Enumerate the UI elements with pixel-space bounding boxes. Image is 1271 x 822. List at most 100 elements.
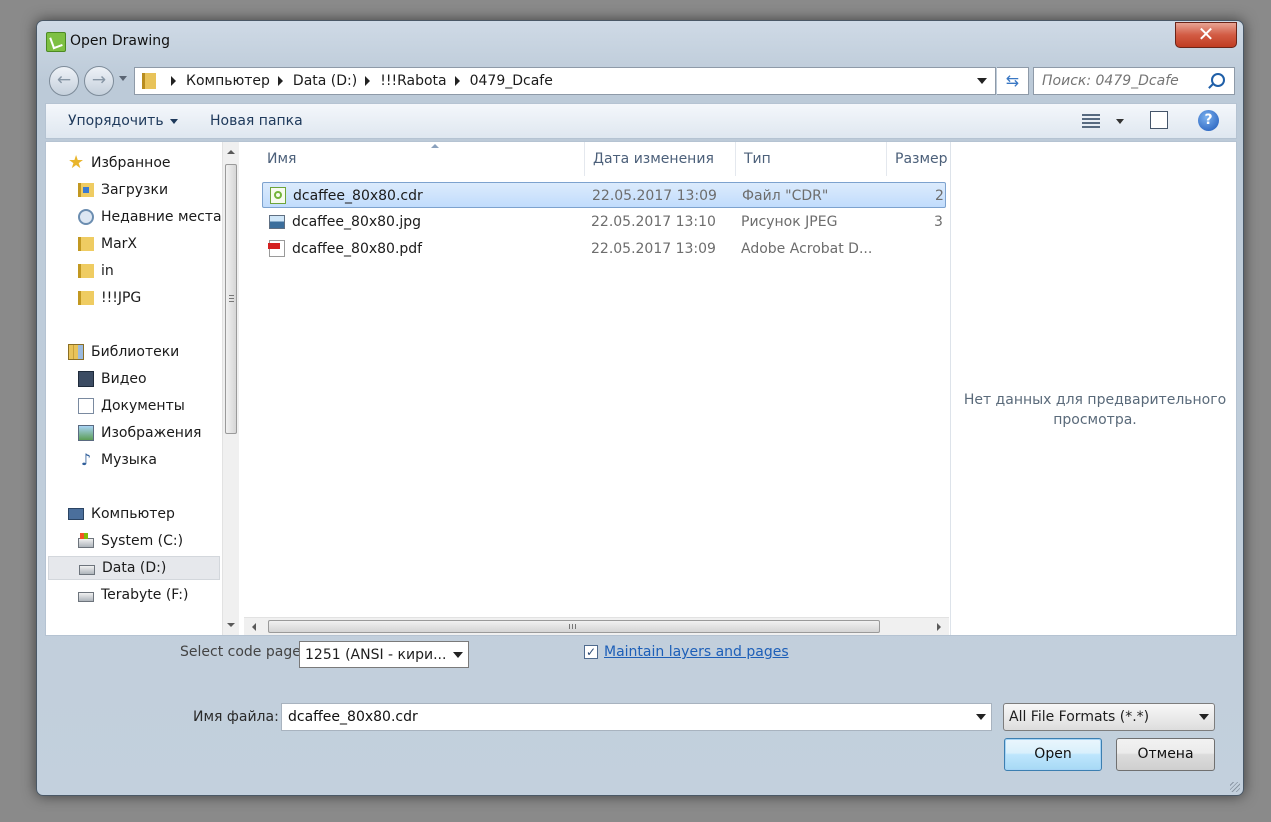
sidebar-item-video[interactable]: Видео xyxy=(78,367,147,391)
code-page-select[interactable]: 1251 (ANSI - кири... xyxy=(299,641,469,668)
sidebar-item-drive-c[interactable]: System (C:) xyxy=(78,529,183,553)
sidebar-favorites-header[interactable]: ★ Избранное xyxy=(68,151,171,175)
sidebar-libraries-header[interactable]: Библиотеки xyxy=(68,340,179,364)
file-row[interactable]: dcaffee_80x80.cdr 22.05.2017 13:09 Файл … xyxy=(262,182,946,208)
sidebar-item-documents[interactable]: Документы xyxy=(78,394,185,418)
sidebar-item-marx[interactable]: MarX xyxy=(78,232,137,256)
breadcrumb-separator-icon[interactable] xyxy=(171,76,176,86)
open-button[interactable]: Open xyxy=(1004,738,1102,771)
jpeg-file-icon xyxy=(269,215,285,229)
sidebar-item-pictures[interactable]: Изображения xyxy=(78,421,201,445)
filename-label: Имя файла: xyxy=(193,709,279,725)
recent-pages-dropdown[interactable] xyxy=(119,76,127,81)
file-row[interactable]: dcaffee_80x80.jpg 22.05.2017 13:10 Рисун… xyxy=(262,209,946,235)
sidebar-item-downloads[interactable]: Загрузки xyxy=(78,178,168,202)
file-date: 22.05.2017 13:09 xyxy=(592,188,717,204)
cancel-button[interactable]: Отмена xyxy=(1116,738,1215,771)
scrollbar-thumb[interactable] xyxy=(225,164,237,434)
file-size: 2 xyxy=(935,188,944,204)
back-button[interactable]: ← xyxy=(49,66,79,96)
pdf-file-icon xyxy=(268,240,285,257)
forward-button[interactable]: → xyxy=(84,66,114,96)
search-input[interactable] xyxy=(1040,72,1204,90)
help-icon[interactable]: ? xyxy=(1198,110,1219,131)
forward-arrow-icon: → xyxy=(91,70,107,90)
breadcrumb-computer[interactable]: Компьютер xyxy=(186,73,270,89)
sidebar-item-recent-places[interactable]: Недавние места xyxy=(78,205,222,229)
sidebar-item-music[interactable]: ♪ Музыка xyxy=(78,448,157,472)
music-library-icon: ♪ xyxy=(80,450,92,469)
refresh-icon: ⇆ xyxy=(1005,71,1020,90)
organize-button[interactable]: Упорядочить xyxy=(68,113,178,129)
maintain-layers-checkbox[interactable]: ✓ xyxy=(584,645,598,659)
video-library-icon xyxy=(78,371,94,387)
column-header-size[interactable]: Размер xyxy=(887,142,949,176)
breadcrumb-separator-icon[interactable] xyxy=(454,76,460,86)
navigation-pane: ★ Избранное Загрузки Недавние места MarX … xyxy=(46,142,222,635)
breadcrumb-separator-icon[interactable] xyxy=(277,76,283,86)
hard-drive-icon xyxy=(79,564,95,575)
sidebar-computer-header[interactable]: Компьютер xyxy=(68,502,175,526)
breadcrumb-rabota[interactable]: !!!Rabota xyxy=(380,73,446,89)
breadcrumb-current-folder[interactable]: 0479_Dcafe xyxy=(470,73,553,89)
folder-icon xyxy=(78,237,94,251)
refresh-button[interactable]: ⇆ xyxy=(997,67,1029,95)
title-bar[interactable]: Open Drawing ✕ xyxy=(37,21,1243,61)
sidebar-item-label: Data (D:) xyxy=(102,560,167,576)
filename-input[interactable] xyxy=(286,708,970,726)
code-page-label: Select code page xyxy=(180,644,301,660)
address-history-dropdown-icon[interactable] xyxy=(977,78,987,84)
file-date: 22.05.2017 13:10 xyxy=(591,214,716,230)
scrollbar-thumb[interactable] xyxy=(268,620,880,633)
resize-grip-icon[interactable] xyxy=(1230,782,1240,792)
scroll-right-arrow-icon[interactable] xyxy=(937,623,941,631)
column-label: Имя xyxy=(267,151,297,167)
file-row[interactable]: dcaffee_80x80.pdf 22.05.2017 13:09 Adobe… xyxy=(262,236,946,262)
column-header-name[interactable]: Имя xyxy=(259,142,585,176)
sidebar-item-drive-f[interactable]: Terabyte (F:) xyxy=(78,583,188,607)
file-name: dcaffee_80x80.cdr xyxy=(293,188,423,204)
sidebar-item-label: !!!JPG xyxy=(101,290,142,306)
chevron-down-icon[interactable] xyxy=(976,714,986,720)
main-pane-area: ★ Избранное Загрузки Недавние места MarX … xyxy=(45,141,1237,636)
sidebar-item-label: Библиотеки xyxy=(91,344,180,360)
sidebar-item-jpg[interactable]: !!!JPG xyxy=(78,286,141,310)
scroll-left-arrow-icon[interactable] xyxy=(252,623,256,631)
scroll-up-arrow-icon[interactable] xyxy=(227,150,235,154)
file-name: dcaffee_80x80.jpg xyxy=(292,214,422,230)
new-folder-button[interactable]: Новая папка xyxy=(210,113,303,129)
sidebar-item-label: Видео xyxy=(101,371,147,387)
address-bar[interactable]: Компьютер Data (D:) !!!Rabota 0479_Dcafe xyxy=(134,67,996,95)
sidebar-item-drive-d[interactable]: Data (D:) xyxy=(48,556,220,580)
breadcrumb-separator-icon[interactable] xyxy=(365,76,371,86)
preview-pane-toggle-button[interactable] xyxy=(1150,111,1168,129)
star-icon: ★ xyxy=(68,152,85,173)
file-type-filter-select[interactable]: All File Formats (*.*) xyxy=(1003,703,1215,731)
sidebar-item-label: Компьютер xyxy=(91,506,175,522)
file-list-horizontal-scrollbar[interactable] xyxy=(244,617,949,635)
navigation-pane-scrollbar[interactable] xyxy=(222,142,239,635)
column-header-type[interactable]: Тип xyxy=(736,142,887,176)
details-view-icon[interactable] xyxy=(1082,114,1100,128)
search-icon[interactable] xyxy=(1211,73,1225,87)
breadcrumb-drive-d[interactable]: Data (D:) xyxy=(293,73,357,89)
documents-library-icon xyxy=(78,398,94,414)
organize-label: Упорядочить xyxy=(68,113,164,129)
sidebar-item-label: Документы xyxy=(101,398,185,414)
search-box[interactable] xyxy=(1033,67,1235,95)
cdr-file-icon xyxy=(270,187,286,204)
no-preview-message: Нет данных для предварительного просмотр… xyxy=(963,392,1227,428)
navigation-row: ← → Компьютер Data (D:) !!!Rabota 0479_D… xyxy=(37,65,1243,97)
code-page-value: 1251 (ANSI - кири... xyxy=(305,647,447,663)
open-drawing-dialog: Open Drawing ✕ ← → Компьютер Data (D:) !… xyxy=(36,20,1244,796)
maintain-layers-label[interactable]: Maintain layers and pages xyxy=(604,644,789,660)
view-options-dropdown[interactable] xyxy=(1116,119,1124,124)
filename-combobox[interactable] xyxy=(281,703,992,731)
sort-ascending-icon xyxy=(431,144,439,148)
file-type: Файл "CDR" xyxy=(742,188,829,204)
folder-icon xyxy=(78,291,94,305)
column-header-date[interactable]: Дата изменения xyxy=(585,142,736,176)
sidebar-item-in[interactable]: in xyxy=(78,259,114,283)
scroll-down-arrow-icon[interactable] xyxy=(227,623,235,627)
close-button[interactable]: ✕ xyxy=(1175,22,1237,48)
